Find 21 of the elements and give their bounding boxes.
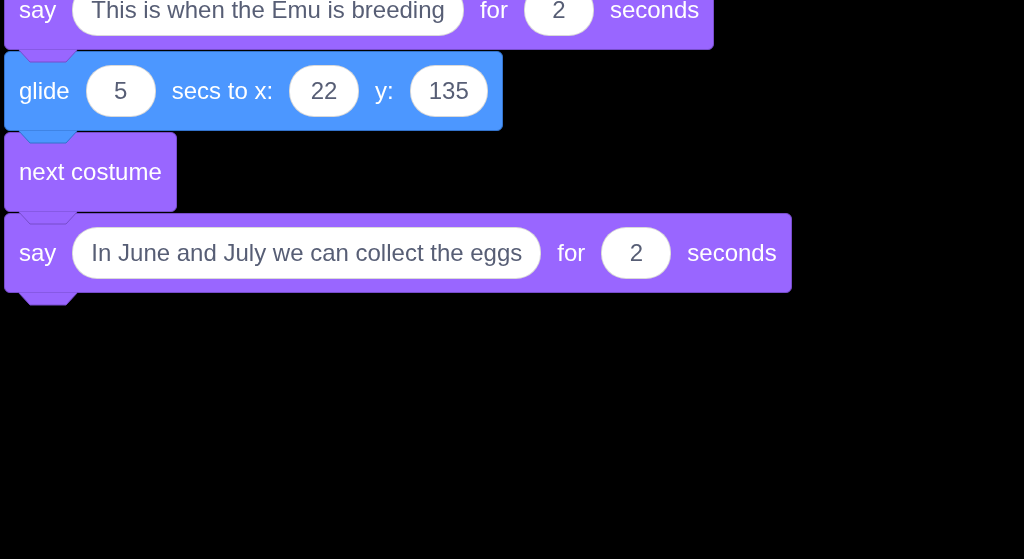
block-label: secs to x: bbox=[171, 77, 274, 105]
block-label: y: bbox=[375, 77, 394, 105]
input-field[interactable]: 2 bbox=[523, 0, 594, 36]
input-field[interactable]: 5 bbox=[85, 65, 156, 117]
block-label: next costume bbox=[19, 158, 162, 186]
block-label: for bbox=[479, 0, 508, 24]
block-label: glide bbox=[19, 77, 70, 105]
input-field[interactable]: 22 bbox=[289, 65, 360, 117]
block-connector-tab bbox=[18, 49, 78, 63]
block-label: seconds bbox=[609, 0, 700, 24]
block-label: say bbox=[19, 0, 57, 24]
input-field[interactable]: 2 bbox=[601, 227, 672, 279]
input-field[interactable]: In June and July we can collect the eggs bbox=[72, 227, 542, 279]
block-connector-tab bbox=[18, 292, 78, 306]
input-field[interactable]: 135 bbox=[409, 65, 488, 117]
block-connector-tab bbox=[18, 211, 78, 225]
block-label: say bbox=[19, 239, 57, 267]
input-field[interactable]: This is when the Emu is breeding bbox=[72, 0, 464, 36]
block-connector-tab bbox=[18, 130, 78, 144]
block-label: seconds bbox=[687, 239, 777, 267]
block-label: for bbox=[557, 239, 586, 267]
